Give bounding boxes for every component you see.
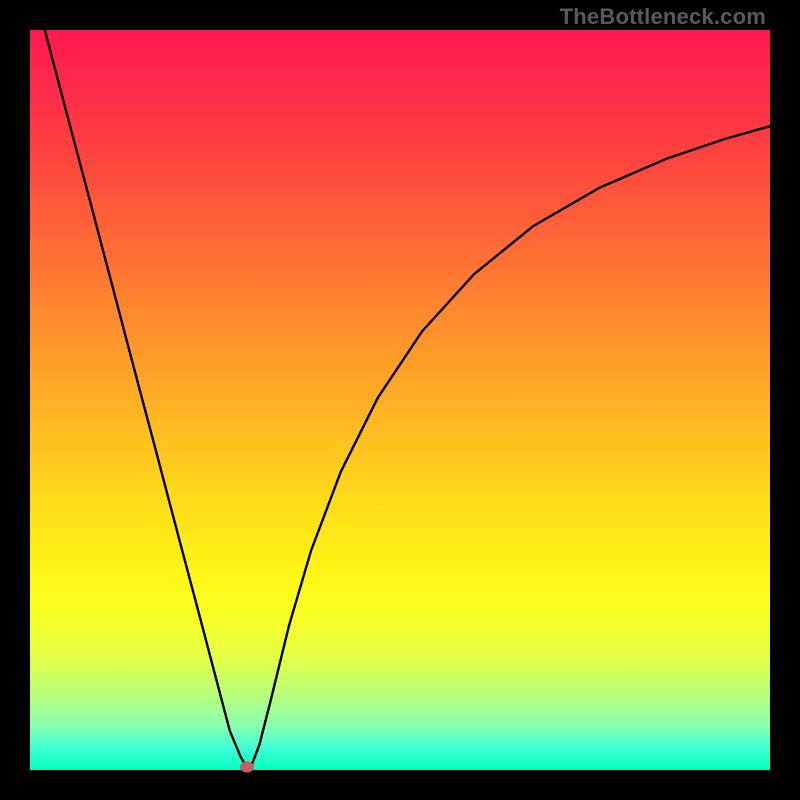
chart-frame: TheBottleneck.com [0, 0, 800, 800]
watermark-text: TheBottleneck.com [560, 4, 766, 30]
plot-area [30, 30, 770, 770]
optimum-marker [240, 762, 254, 773]
